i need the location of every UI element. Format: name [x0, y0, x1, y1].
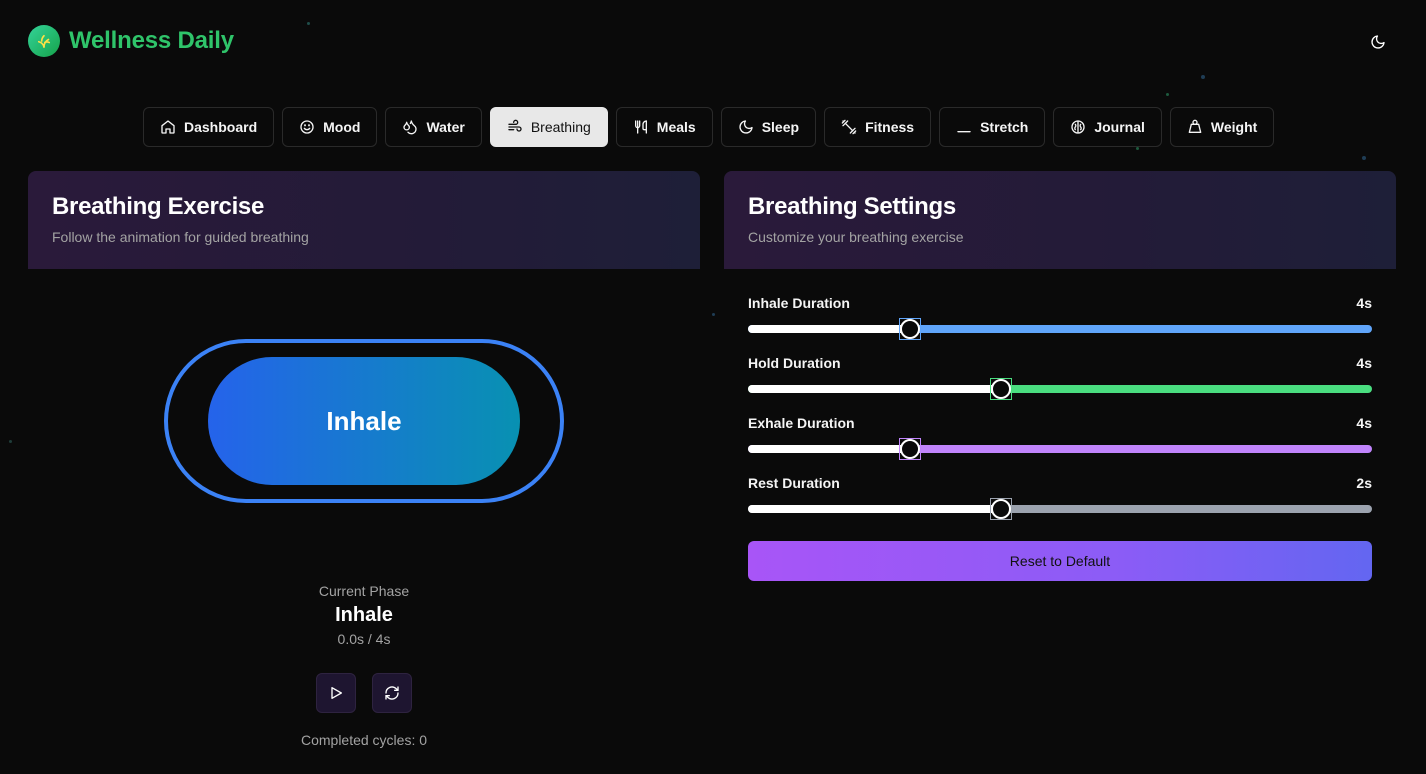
- setting-value: 2s: [1356, 475, 1372, 491]
- slider-thumb[interactable]: [989, 378, 1012, 400]
- slider-filled: [748, 445, 911, 453]
- leaf-logo-icon: [28, 25, 60, 57]
- card-subtitle: Follow the animation for guided breathin…: [52, 229, 309, 245]
- inhale-duration-setting: Inhale Duration 4s: [748, 293, 1372, 340]
- phase-timer: 0.0s / 4s: [337, 631, 391, 647]
- breathing-settings-card: Breathing Settings Customize your breath…: [724, 171, 1396, 774]
- refresh-icon: [385, 686, 399, 700]
- app-header: Wellness Daily: [0, 0, 1426, 82]
- wind-icon: [508, 119, 522, 132]
- hold-duration-slider[interactable]: [748, 378, 1372, 400]
- setting-label: Rest Duration: [748, 475, 840, 491]
- tab-fitness[interactable]: Fitness: [824, 107, 932, 147]
- setting-value: 4s: [1356, 415, 1372, 431]
- completed-cycles: Completed cycles: 0: [300, 732, 428, 748]
- background-dot: [1166, 93, 1169, 96]
- reset-cycle-button[interactable]: [372, 673, 412, 713]
- dumbbell-icon: [841, 119, 857, 135]
- setting-label: Hold Duration: [748, 355, 841, 371]
- card-header: Breathing Settings Customize your breath…: [724, 171, 1396, 269]
- background-dot: [712, 313, 715, 316]
- inhale-duration-slider[interactable]: [748, 318, 1372, 340]
- hold-duration-setting: Hold Duration 4s: [748, 353, 1372, 400]
- setting-label: Inhale Duration: [748, 295, 850, 311]
- moon-icon: [739, 120, 753, 134]
- slider-filled: [748, 325, 911, 333]
- play-button[interactable]: [316, 673, 356, 713]
- card-title: Breathing Settings: [748, 193, 956, 220]
- utensils-icon: [634, 120, 647, 134]
- tab-label: Mood: [323, 119, 361, 135]
- slider-thumb[interactable]: [899, 318, 922, 340]
- slider-filled: [748, 385, 1001, 393]
- smile-icon: [300, 120, 314, 134]
- current-phase-value: Inhale: [335, 604, 393, 626]
- play-icon: [331, 687, 342, 699]
- tab-label: Weight: [1210, 119, 1258, 135]
- tab-label: Water: [426, 119, 465, 135]
- home-icon: [161, 120, 175, 134]
- rest-duration-slider[interactable]: [748, 498, 1372, 520]
- setting-value: 4s: [1356, 355, 1372, 371]
- tab-mood[interactable]: Mood: [282, 107, 378, 147]
- tab-label: Sleep: [761, 119, 800, 135]
- slider-thumb[interactable]: [899, 438, 922, 460]
- weight-icon: [1188, 119, 1202, 133]
- slider-filled: [748, 505, 1001, 513]
- tab-meals[interactable]: Meals: [615, 107, 713, 147]
- breathing-circle: Inhale: [208, 357, 520, 485]
- tab-label: Journal: [1094, 119, 1145, 135]
- stretch-icon: [957, 131, 971, 133]
- brand[interactable]: Wellness Daily: [28, 25, 234, 57]
- exhale-duration-slider[interactable]: [748, 438, 1372, 460]
- tab-sleep[interactable]: Sleep: [720, 107, 817, 147]
- tab-breathing[interactable]: Breathing: [489, 107, 608, 147]
- background-dot: [1362, 156, 1366, 160]
- tab-label: Fitness: [865, 119, 915, 135]
- moon-icon: [1371, 35, 1385, 49]
- tab-water[interactable]: Water: [385, 107, 482, 147]
- tab-label: Breathing: [530, 119, 591, 135]
- card-subtitle: Customize your breathing exercise: [748, 229, 964, 245]
- setting-label: Exhale Duration: [748, 415, 855, 431]
- breathing-exercise-card: Breathing Exercise Follow the animation …: [28, 171, 700, 774]
- background-dot: [1136, 147, 1139, 150]
- exhale-duration-setting: Exhale Duration 4s: [748, 413, 1372, 460]
- brain-icon: [1071, 120, 1085, 134]
- droplets-icon: [403, 120, 418, 135]
- current-phase-label: Current Phase: [318, 583, 410, 599]
- tab-label: Meals: [656, 119, 696, 135]
- reset-label: Reset to Default: [1009, 553, 1111, 569]
- card-header: Breathing Exercise Follow the animation …: [28, 171, 700, 269]
- tab-dashboard[interactable]: Dashboard: [143, 107, 275, 147]
- tab-label: Stretch: [980, 119, 1029, 135]
- setting-value: 4s: [1356, 295, 1372, 311]
- reset-to-default-button[interactable]: Reset to Default: [748, 541, 1372, 581]
- tab-journal[interactable]: Journal: [1053, 107, 1162, 147]
- theme-toggle-button[interactable]: [1364, 28, 1392, 56]
- breathing-circle-label: Inhale: [326, 405, 402, 436]
- card-title: Breathing Exercise: [52, 193, 265, 220]
- tab-weight[interactable]: Weight: [1169, 107, 1275, 147]
- tab-label: Dashboard: [184, 119, 258, 135]
- app-title: Wellness Daily: [69, 27, 234, 54]
- tab-stretch[interactable]: Stretch: [939, 107, 1046, 147]
- rest-duration-setting: Rest Duration 2s: [748, 473, 1372, 520]
- background-dot: [9, 440, 12, 443]
- main-nav: Dashboard Mood Water Breathing Meals Sle…: [143, 107, 1275, 147]
- slider-thumb[interactable]: [989, 498, 1012, 520]
